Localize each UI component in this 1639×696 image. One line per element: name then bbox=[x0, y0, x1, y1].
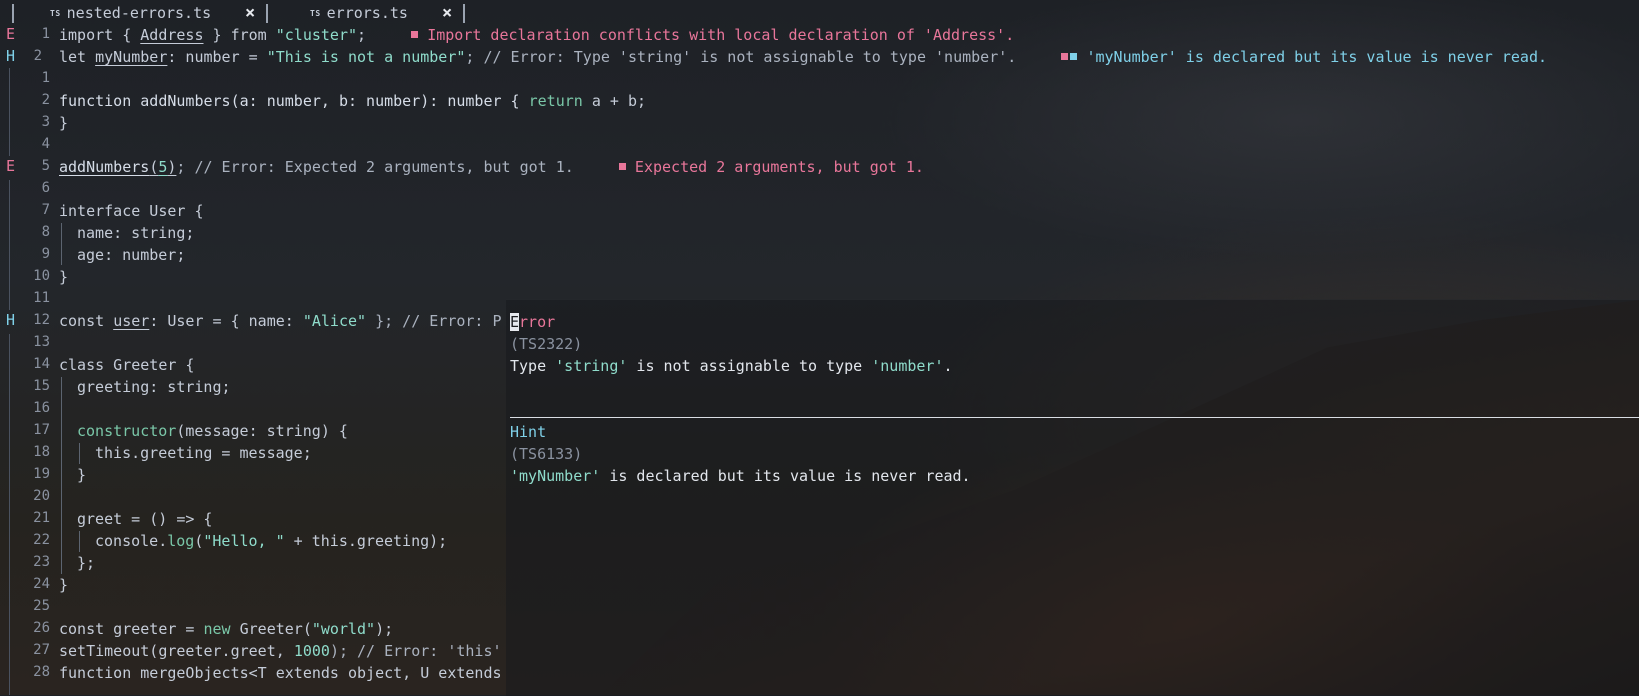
code-line: greet = () => { bbox=[77, 510, 213, 528]
line-number: 11 bbox=[33, 290, 50, 306]
code-line: addNumbers(5); // Error: Expected 2 argu… bbox=[59, 158, 924, 176]
typescript-file-icon: TS bbox=[310, 8, 321, 18]
line-number: 10 bbox=[33, 268, 50, 284]
code-line: console.log("Hello, " + this.greeting); bbox=[95, 532, 448, 550]
typescript-file-icon: TS bbox=[50, 8, 61, 18]
line-number: 22 bbox=[33, 532, 50, 548]
code-line: let myNumber: number = "This is not a nu… bbox=[59, 48, 1548, 66]
error-sign-icon: E bbox=[6, 25, 16, 43]
tab-separator bbox=[463, 4, 465, 23]
indent-guide bbox=[79, 443, 80, 464]
line-number: 23 bbox=[33, 554, 50, 570]
symbol-user: user bbox=[113, 312, 150, 330]
tab-errors[interactable]: TS errors.ts bbox=[310, 0, 408, 26]
popup-hint-code: (TS6133) bbox=[510, 445, 583, 463]
indent-guide bbox=[61, 223, 62, 265]
tab-nested-errors[interactable]: TS nested-errors.ts bbox=[50, 0, 211, 26]
line-number: 3 bbox=[41, 114, 50, 130]
code-line: name: string; bbox=[77, 224, 195, 242]
line-number: 15 bbox=[33, 378, 50, 394]
text-cursor: E bbox=[510, 313, 520, 331]
popup-hint-title: Hint bbox=[510, 423, 547, 441]
line-number: 19 bbox=[33, 466, 50, 482]
error-sign-icon: E bbox=[6, 157, 16, 175]
line-number: 16 bbox=[33, 400, 50, 416]
line-number: 20 bbox=[33, 488, 50, 504]
line-number: 1 bbox=[41, 70, 50, 86]
line-number: 7 bbox=[41, 202, 50, 218]
gutter-bar bbox=[9, 68, 10, 156]
popup-error-code: (TS2322) bbox=[510, 335, 583, 353]
tab-separator bbox=[266, 4, 268, 23]
error-square-icon bbox=[411, 31, 419, 38]
code-line: constructor(message: string) { bbox=[77, 422, 348, 440]
line-number: 24 bbox=[33, 576, 50, 592]
code-line: function addNumbers(a: number, b: number… bbox=[59, 92, 647, 110]
line-number: 26 bbox=[33, 620, 50, 636]
code-line: greeting: string; bbox=[77, 378, 231, 396]
code-line: } bbox=[59, 114, 69, 132]
line-number: 2 bbox=[33, 48, 42, 64]
diagnostics-hover-popup[interactable]: Error (TS2322) Type 'string' is not assi… bbox=[506, 299, 1639, 696]
code-line: setTimeout(greeter.greet, 1000); // Erro… bbox=[59, 642, 502, 660]
line-number: 6 bbox=[41, 180, 50, 196]
tab-separator bbox=[12, 4, 14, 23]
inline-diagnostic-error: Import declaration conflicts with local … bbox=[411, 26, 1014, 44]
code-line: this.greeting = message; bbox=[95, 444, 312, 462]
line-number: 4 bbox=[41, 136, 50, 152]
gutter-bar bbox=[9, 334, 10, 695]
code-line: } bbox=[59, 268, 69, 286]
line-number: 13 bbox=[33, 334, 50, 350]
code-line: age: number; bbox=[77, 246, 186, 264]
indent-guide bbox=[79, 531, 80, 552]
line-number: 8 bbox=[41, 224, 50, 240]
symbol-address: Address bbox=[140, 26, 204, 44]
line-number: 25 bbox=[33, 598, 50, 614]
line-number: 27 bbox=[33, 642, 50, 658]
line-number: 17 bbox=[33, 422, 50, 438]
popup-hint-message: 'myNumber' is declared but its value is … bbox=[510, 467, 971, 485]
line-number: 5 bbox=[41, 158, 50, 174]
line-number: 12 bbox=[33, 312, 50, 328]
indent-guide bbox=[61, 377, 62, 574]
error-square-icon bbox=[1061, 53, 1069, 60]
code-line: } bbox=[77, 466, 87, 484]
line-number: 2 bbox=[41, 92, 50, 108]
hint-sign-icon: H bbox=[6, 311, 16, 329]
tab-bar: TS nested-errors.ts × TS errors.ts × bbox=[0, 0, 1639, 26]
code-line: const greeter = new Greeter("world"); bbox=[59, 620, 394, 638]
tab-label: nested-errors.ts bbox=[66, 4, 212, 22]
inline-diagnostic-hint: 'myNumber' is declared but its value is … bbox=[1061, 48, 1547, 66]
code-line: function mergeObjects<T extends object, … bbox=[59, 664, 502, 682]
symbol-mynumber: myNumber bbox=[95, 48, 168, 66]
code-line: import { Address } from "cluster"; Impor… bbox=[59, 26, 1015, 44]
code-line: }; bbox=[77, 554, 96, 572]
error-square-icon bbox=[618, 163, 626, 170]
code-line: } bbox=[59, 576, 69, 594]
line-number: 1 bbox=[41, 26, 50, 42]
tab-label: errors.ts bbox=[326, 4, 408, 22]
line-number: 18 bbox=[33, 444, 50, 460]
close-tab-icon[interactable]: × bbox=[245, 0, 255, 26]
code-line: class Greeter { bbox=[59, 356, 195, 374]
hint-square-icon bbox=[1070, 53, 1078, 60]
close-tab-icon[interactable]: × bbox=[442, 0, 452, 26]
line-number: 9 bbox=[41, 246, 50, 262]
popup-error-title: Error bbox=[510, 313, 556, 331]
line-number: 14 bbox=[33, 356, 50, 372]
inline-diagnostic-error: Expected 2 arguments, but got 1. bbox=[618, 158, 924, 176]
symbol-addnumbers-call: addNumbers bbox=[59, 158, 150, 176]
line-number: 21 bbox=[33, 510, 50, 526]
code-line: const user: User = { name: "Alice" }; //… bbox=[59, 312, 502, 330]
popup-error-message: Type 'string' is not assignable to type … bbox=[510, 357, 953, 375]
gutter-bar bbox=[9, 180, 10, 310]
popup-divider bbox=[510, 417, 1639, 418]
code-line: interface User { bbox=[59, 202, 204, 220]
line-number: 28 bbox=[33, 664, 50, 680]
